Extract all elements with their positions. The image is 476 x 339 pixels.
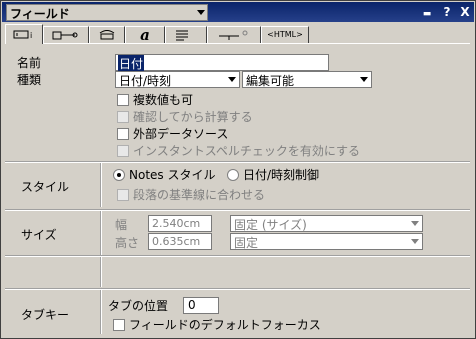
allow-multiple-label: 複数値も可 bbox=[133, 93, 194, 107]
type-select-value: 日付/時刻 bbox=[119, 74, 172, 88]
width-mode-select[interactable]: 固定 (サイズ) bbox=[230, 215, 423, 232]
external-data-source-checkbox[interactable] bbox=[117, 128, 129, 140]
datetime-control-label: 日付/時刻制御 bbox=[243, 168, 320, 182]
chevron-down-icon bbox=[360, 77, 368, 82]
help-button[interactable]: ? bbox=[440, 5, 454, 19]
paragraph-icon bbox=[176, 30, 188, 41]
width-value: 2.540cm bbox=[152, 217, 201, 230]
type-select[interactable]: 日付/時刻 bbox=[115, 71, 240, 88]
hide-when-icon bbox=[219, 30, 248, 40]
divider bbox=[100, 211, 102, 255]
default-focus-label: フィールドのデフォルトフォーカス bbox=[129, 318, 321, 332]
tab-font[interactable]: a bbox=[125, 26, 165, 43]
default-focus-checkbox[interactable] bbox=[113, 319, 125, 331]
close-icon: X bbox=[460, 5, 470, 19]
divider bbox=[5, 288, 470, 290]
name-input[interactable]: 日付 bbox=[115, 54, 329, 72]
title-bar: フィールド ▬ ? X bbox=[2, 2, 474, 22]
name-label: 名前 bbox=[17, 56, 42, 70]
divider bbox=[100, 290, 102, 334]
tab-hide-when[interactable] bbox=[207, 26, 261, 43]
html-icon: <HTML> bbox=[267, 30, 303, 39]
tab-field-format[interactable] bbox=[43, 26, 89, 43]
divider bbox=[5, 255, 470, 257]
instant-spellcheck-checkbox[interactable] bbox=[117, 145, 129, 157]
divider bbox=[100, 257, 102, 287]
properties-content: 名前 日付 種類 日付/時刻 編集可能 複数値も可 確認してから計算する 外部デ… bbox=[5, 43, 470, 335]
instant-spellcheck-label: インスタントスペルチェックを有効にする bbox=[133, 144, 361, 158]
help-icon: ? bbox=[443, 5, 451, 19]
tab-field-control[interactable] bbox=[89, 26, 125, 43]
field-control-icon bbox=[99, 30, 115, 40]
tabkey-section-label: タブキー bbox=[21, 308, 70, 322]
chevron-down-icon bbox=[197, 10, 205, 15]
height-mode-value: 固定 bbox=[234, 236, 259, 250]
width-label: 幅 bbox=[115, 218, 128, 232]
type-label: 種類 bbox=[17, 73, 42, 87]
size-section-label: サイズ bbox=[21, 228, 57, 242]
edit-mode-select[interactable]: 編集可能 bbox=[242, 71, 372, 88]
menu-icon: ▬ bbox=[422, 9, 432, 19]
tab-field-info[interactable]: i bbox=[5, 24, 43, 44]
align-baseline-label: 段落の基準線に合わせる bbox=[133, 188, 266, 202]
tab-position-input[interactable]: 0 bbox=[183, 297, 219, 314]
chevron-down-icon bbox=[411, 221, 419, 226]
window-menu-button[interactable]: ▬ bbox=[420, 5, 434, 19]
compute-after-validation-checkbox[interactable] bbox=[117, 111, 129, 123]
compute-after-validation-label: 確認してから計算する bbox=[133, 110, 253, 124]
properties-window: フィールド ▬ ? X i a <HTML> 名前 日付 種類 日付/時刻 編集… bbox=[0, 0, 476, 339]
tab-html[interactable]: <HTML> bbox=[261, 26, 309, 43]
field-format-icon bbox=[52, 31, 78, 40]
divider bbox=[100, 163, 102, 207]
radio-dot bbox=[117, 173, 121, 177]
field-info-icon: i bbox=[13, 30, 32, 40]
divider bbox=[5, 161, 470, 163]
width-mode-value: 固定 (サイズ) bbox=[234, 218, 307, 232]
allow-multiple-checkbox[interactable] bbox=[117, 94, 129, 106]
height-mode-select[interactable]: 固定 bbox=[230, 233, 423, 250]
width-input[interactable]: 2.540cm bbox=[148, 215, 212, 232]
properties-tabs: i a <HTML> bbox=[5, 24, 473, 44]
height-value: 0.635cm bbox=[152, 235, 201, 248]
tab-position-label: タブの位置 bbox=[108, 299, 169, 313]
tab-paragraph[interactable] bbox=[165, 26, 207, 43]
tab-position-value: 0 bbox=[188, 298, 196, 312]
font-icon: a bbox=[140, 26, 150, 44]
close-button[interactable]: X bbox=[458, 5, 472, 19]
align-baseline-checkbox[interactable] bbox=[117, 189, 129, 201]
divider bbox=[5, 209, 470, 211]
style-section-label: スタイル bbox=[21, 180, 70, 194]
properties-type-dropdown[interactable]: フィールド bbox=[6, 4, 208, 21]
edit-mode-value: 編集可能 bbox=[246, 74, 295, 88]
height-label: 高さ bbox=[115, 236, 140, 250]
svg-text:i: i bbox=[30, 31, 32, 40]
notes-style-radio[interactable] bbox=[113, 169, 125, 181]
chevron-down-icon bbox=[411, 239, 419, 244]
height-input[interactable]: 0.635cm bbox=[148, 233, 212, 250]
chevron-down-icon bbox=[228, 77, 236, 82]
name-input-value: 日付 bbox=[118, 55, 145, 72]
datetime-control-radio[interactable] bbox=[227, 169, 239, 181]
external-data-source-label: 外部データソース bbox=[133, 127, 229, 141]
properties-type-value: フィールド bbox=[10, 7, 70, 21]
notes-style-label: Notes スタイル bbox=[129, 168, 216, 182]
